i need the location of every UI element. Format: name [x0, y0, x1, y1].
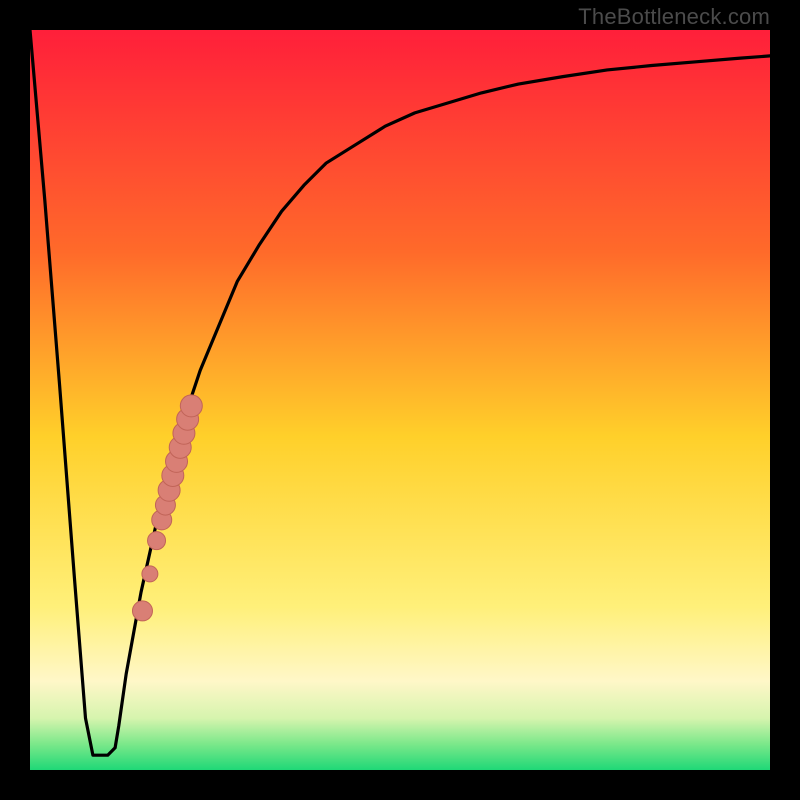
- data-marker: [180, 395, 202, 417]
- data-marker: [142, 566, 158, 582]
- gradient-background: [30, 30, 770, 770]
- chart-frame: TheBottleneck.com: [0, 0, 800, 800]
- chart-svg: [30, 30, 770, 770]
- plot-area: [30, 30, 770, 770]
- data-marker: [148, 532, 166, 550]
- data-marker: [132, 601, 152, 621]
- attribution-text: TheBottleneck.com: [578, 4, 770, 30]
